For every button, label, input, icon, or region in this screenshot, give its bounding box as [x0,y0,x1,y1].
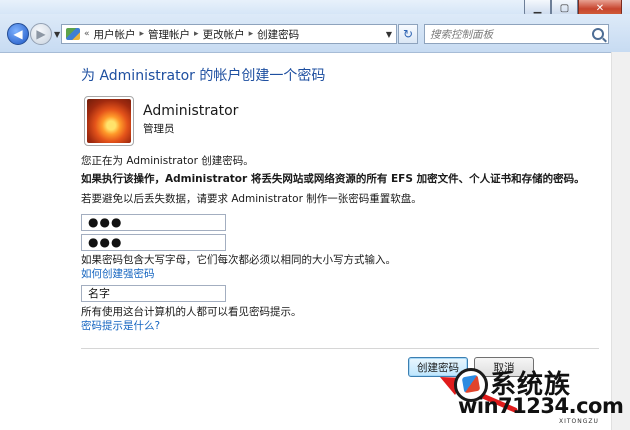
flower-picture-icon [87,99,131,143]
page-title: 为 Administrator 的帐户创建一个密码 [81,68,326,84]
breadcrumb-manage-accounts[interactable]: 管理帐户 [148,27,190,42]
strong-password-link[interactable]: 如何创建强密码 [81,266,155,281]
navigation-bar: ◀ ▶ ▼ « 用户帐户 ▸ 管理帐户 ▸ 更改帐户 ▸ 创建密码 ▼ ↻ 搜索… [0,14,630,53]
forward-button[interactable]: ▶ [30,23,52,45]
title-bar: ▁ ▢ ✕ [0,0,630,17]
reset-disk-text: 若要避免以后丢失数据，请要求 Administrator 制作一张密码重置软盘。 [81,193,422,205]
search-icon[interactable] [592,28,604,40]
back-button[interactable]: ◀ [7,23,29,45]
control-panel-window: ▁ ▢ ✕ ◀ ▶ ▼ « 用户帐户 ▸ 管理帐户 ▸ 更改帐户 ▸ 创建密码 … [0,0,630,430]
account-name: Administrator [143,103,239,119]
create-password-button[interactable]: 创建密码 [408,357,468,377]
password-hint-input[interactable]: 名字 [81,285,226,302]
breadcrumb-separator-icon[interactable]: ▸ [140,29,145,39]
breadcrumb-separator-icon[interactable]: ▸ [249,29,254,39]
recent-pages-dropdown-icon[interactable]: ▼ [54,30,60,39]
new-password-input[interactable]: ●●● [81,214,226,231]
main-content: 为 Administrator 的帐户创建一个密码 Administrator … [0,53,612,430]
search-box[interactable]: 搜索控制面板 [424,24,609,44]
address-dropdown-icon[interactable]: ▼ [386,30,392,39]
confirm-password-input[interactable]: ●●● [81,234,226,251]
divider [81,348,599,349]
warning-text: 如果执行该操作，Administrator 将丢失网站或网络资源的所有 EFS … [81,173,585,185]
refresh-button[interactable]: ↻ [398,24,418,44]
breadcrumb-create-password[interactable]: 创建密码 [257,27,299,42]
breadcrumb-change-account[interactable]: 更改帐户 [203,27,245,42]
breadcrumb-separator-icon[interactable]: ▸ [194,29,199,39]
window-right-edge [611,52,630,430]
breadcrumb-user-accounts[interactable]: 用户帐户 [94,27,136,42]
address-bar[interactable]: « 用户帐户 ▸ 管理帐户 ▸ 更改帐户 ▸ 创建密码 ▼ [61,24,397,44]
cancel-button[interactable]: 取消 [474,357,534,377]
avatar [84,96,134,146]
breadcrumb-overflow[interactable]: « [84,29,90,39]
case-sensitivity-text: 如果密码包含大写字母，它们每次都必须以相同的大小写方式输入。 [81,254,396,266]
account-type: 管理员 [143,123,175,135]
hint-visibility-text: 所有使用这台计算机的人都可以看见密码提示。 [81,306,302,318]
control-panel-icon [66,28,80,40]
info-text: 您正在为 Administrator 创建密码。 [81,155,254,167]
password-hint-help-link[interactable]: 密码提示是什么? [81,318,160,333]
search-placeholder: 搜索控制面板 [430,28,493,41]
